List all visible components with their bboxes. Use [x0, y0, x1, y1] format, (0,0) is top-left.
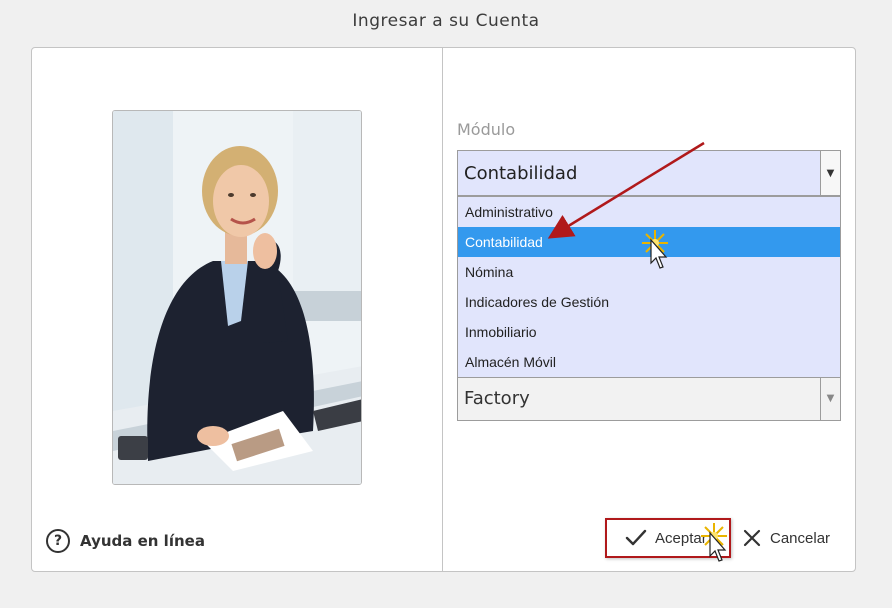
- close-icon: [743, 529, 761, 547]
- cancel-button-label: Cancelar: [770, 529, 831, 547]
- module-select-value: Contabilidad: [464, 162, 578, 184]
- businesswoman-photo: [113, 111, 361, 484]
- module-label: Módulo: [457, 120, 516, 139]
- module-dropdown-list[interactable]: Administrativo Contabilidad Nómina Indic…: [457, 196, 841, 378]
- help-label: Ayuda en línea: [80, 532, 205, 550]
- company-select[interactable]: Factory ▼: [457, 375, 841, 421]
- chevron-down-icon[interactable]: ▼: [820, 376, 840, 420]
- window-title: Ingresar a su Cuenta: [352, 11, 540, 31]
- dropdown-option-inmobiliario[interactable]: Inmobiliario: [458, 317, 840, 347]
- question-circle-icon: ?: [46, 529, 70, 553]
- dropdown-option-contabilidad[interactable]: Contabilidad: [458, 227, 840, 257]
- accept-button-label: Aceptar: [655, 529, 707, 547]
- help-link[interactable]: ? Ayuda en línea: [46, 528, 205, 554]
- company-select-value: Factory: [464, 387, 530, 409]
- dropdown-option-indicadores[interactable]: Indicadores de Gestión: [458, 287, 840, 317]
- accept-button[interactable]: Aceptar: [605, 518, 731, 558]
- dropdown-option-nomina[interactable]: Nómina: [458, 257, 840, 287]
- login-dialog: ? Ayuda en línea Módulo Contabilidad ▼ A…: [31, 47, 856, 572]
- module-select[interactable]: Contabilidad ▼: [457, 150, 841, 196]
- dropdown-option-almacen-movil[interactable]: Almacén Móvil: [458, 347, 840, 377]
- chevron-down-icon[interactable]: ▼: [820, 151, 840, 195]
- user-photo: [112, 110, 362, 485]
- dropdown-option-administrativo[interactable]: Administrativo: [458, 197, 840, 227]
- checkmark-icon: [625, 529, 647, 546]
- cancel-button[interactable]: Cancelar: [740, 518, 850, 558]
- panel-divider: [442, 48, 443, 571]
